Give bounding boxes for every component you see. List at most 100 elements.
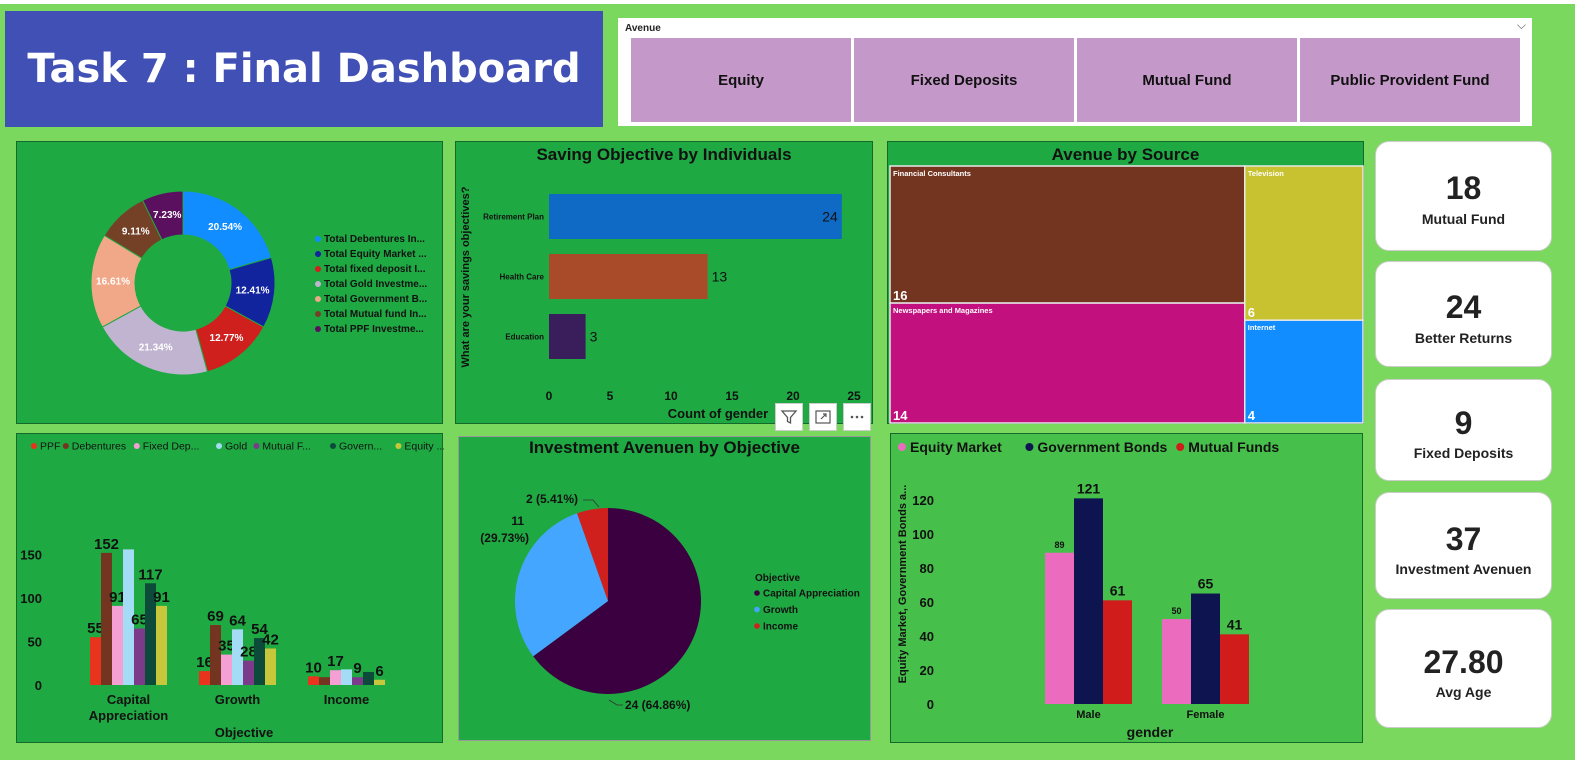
gender-bar-panel[interactable]: Equity Market Government Bonds Mutual Fund… — [890, 433, 1363, 743]
legend-label: Debentures — [72, 441, 126, 453]
objective-bar — [341, 669, 352, 685]
legend-marker — [62, 443, 69, 449]
donut-panel[interactable]: 20.54% 12.41% 12.77% 21.34% 16.61% 9.11% 7.23%… — [16, 141, 443, 424]
investment-pie-panel[interactable]: Investment Avenuen by Objective 24 (64.8… — [458, 436, 871, 741]
treemap-tile-label: Newspapers and Magazines — [893, 306, 993, 315]
filter-icon[interactable] — [775, 403, 803, 431]
pie-data-label: 24 (64.86%) — [625, 698, 690, 712]
bar-data-label: 61 — [1110, 582, 1126, 598]
bar-data-label: 117 — [138, 566, 162, 583]
legend-item[interactable]: Total Equity Market ... — [315, 249, 427, 260]
legend-marker — [330, 443, 336, 449]
legend-marker — [315, 251, 321, 258]
legend-item[interactable]: Total Gold Investme... — [315, 279, 427, 290]
donut-data-label: 12.41% — [236, 286, 270, 297]
kpi-card-avg-age[interactable]: 27.80 Avg Age — [1375, 609, 1552, 728]
legend-marker — [395, 443, 402, 449]
bar-data-label: 42 — [262, 631, 279, 648]
legend-marker — [898, 443, 906, 451]
legend-title: Objective — [755, 573, 800, 584]
objective-bar — [308, 676, 319, 685]
legend-marker — [754, 606, 760, 613]
legend-item[interactable]: Total Mutual fund In... — [315, 309, 427, 320]
kpi-label: Avg Age — [1435, 684, 1492, 700]
slicer-option-mutual-fund[interactable]: Mutual Fund — [1077, 38, 1297, 122]
legend-label: Government Bonds — [1037, 439, 1167, 455]
legend-marker — [315, 236, 321, 243]
treemap-tile-value: 14 — [893, 408, 908, 423]
saving-category-label: Education — [505, 333, 544, 342]
objective-bar — [199, 671, 210, 685]
legend-label: Total Government B... — [324, 294, 428, 305]
slicer-option-ppf[interactable]: Public Provident Fund — [1300, 38, 1520, 122]
objective-bar — [319, 677, 330, 685]
legend-item[interactable]: Total PPF Investme... — [315, 324, 424, 335]
legend-label: Total Equity Market ... — [324, 249, 427, 260]
legend-marker — [754, 623, 760, 629]
legend-label: Income — [763, 622, 798, 633]
legend-label: PPF — [40, 441, 60, 453]
leader-line — [608, 699, 623, 706]
x-category-label: Male — [1076, 709, 1100, 721]
treemap-panel[interactable]: Avenue by Source Financial Consultants 16… — [887, 141, 1364, 424]
legend-marker — [754, 590, 760, 596]
bar-data-label: 91 — [153, 589, 170, 606]
top-strip — [0, 0, 1575, 4]
legend-label: Total Gold Investme... — [324, 279, 428, 290]
y-tick-label: 150 — [20, 548, 42, 563]
avenue-slicer: Avenue ⌵ Equity Fixed Deposits Mutual Fu… — [618, 18, 1532, 126]
legend-label: Equity ... — [404, 441, 444, 453]
bar-data-label: 121 — [1077, 480, 1101, 496]
y-tick-label: 80 — [920, 561, 934, 576]
gender-bar — [1191, 593, 1220, 704]
saving-x-axis-label: Count of gender — [668, 406, 768, 421]
objective-bar-chart: PPF Debentures Fixed Dep... Gold Mutual F...… — [20, 441, 445, 741]
legend-label: Gold — [225, 441, 247, 453]
gender-bar-chart: Equity Market Government Bonds Mutual Fund… — [897, 439, 1279, 740]
legend-item[interactable]: Total Government B... — [315, 294, 427, 305]
saving-data-label: 13 — [712, 269, 728, 285]
bar-data-label: 89 — [1054, 540, 1064, 550]
y-axis-label: Equity Market, Government Bonds a... — [897, 485, 909, 684]
saving-objective-panel[interactable]: Saving Objective by Individuals Retireme… — [455, 141, 873, 424]
gender-bar — [1162, 619, 1191, 704]
objective-bar — [210, 625, 221, 685]
saving-data-label: 3 — [590, 329, 598, 345]
kpi-card-investment-avenuen[interactable]: 37 Investment Avenuen — [1375, 492, 1552, 599]
x-axis-label: Objective — [215, 725, 274, 740]
treemap-tile-value: 16 — [893, 288, 907, 303]
y-tick-label: 0 — [35, 678, 42, 693]
gender-bar — [1220, 634, 1249, 704]
legend-label: Total fixed deposit I... — [324, 264, 426, 275]
objective-bar — [243, 660, 254, 685]
kpi-card-fixed-deposits[interactable]: 9 Fixed Deposits — [1375, 379, 1552, 481]
treemap-tile — [889, 302, 1246, 424]
saving-x-tick: 5 — [607, 389, 614, 403]
legend-label: Total Debentures In... — [324, 234, 425, 245]
focus-mode-icon[interactable] — [809, 403, 837, 431]
objective-bar-panel[interactable]: PPF Debentures Fixed Dep... Gold Mutual F...… — [16, 433, 445, 743]
treemap-tile-value: 6 — [1248, 305, 1255, 320]
treemap-tile — [889, 165, 1246, 304]
legend-label: Equity Market — [910, 439, 1002, 455]
kpi-card-mutual-fund[interactable]: 18 Mutual Fund — [1375, 141, 1552, 251]
legend-marker — [315, 296, 321, 303]
legend-label: Mutual Funds — [1188, 439, 1279, 455]
leader-line — [583, 499, 600, 508]
slicer-option-equity[interactable]: Equity — [631, 38, 851, 122]
bar-data-label: 65 — [1198, 576, 1214, 592]
bar-data-label: 6 — [375, 663, 383, 680]
legend-item[interactable]: Total Debentures In... — [315, 234, 425, 245]
legend-item[interactable]: Total fixed deposit I... — [315, 264, 426, 275]
objective-bar — [90, 637, 101, 685]
saving-x-tick: 15 — [725, 389, 739, 403]
objective-bar — [265, 648, 276, 685]
chevron-down-icon[interactable]: ⌵ — [1517, 18, 1526, 33]
kpi-card-better-returns[interactable]: 24 Better Returns — [1375, 261, 1552, 367]
saving-x-tick: 10 — [664, 389, 678, 403]
objective-bar — [363, 671, 374, 685]
more-options-icon[interactable] — [843, 403, 871, 431]
slicer-option-fixed-deposits[interactable]: Fixed Deposits — [854, 38, 1074, 122]
x-category-label: Appreciation — [89, 708, 169, 723]
legend-marker — [216, 443, 222, 449]
